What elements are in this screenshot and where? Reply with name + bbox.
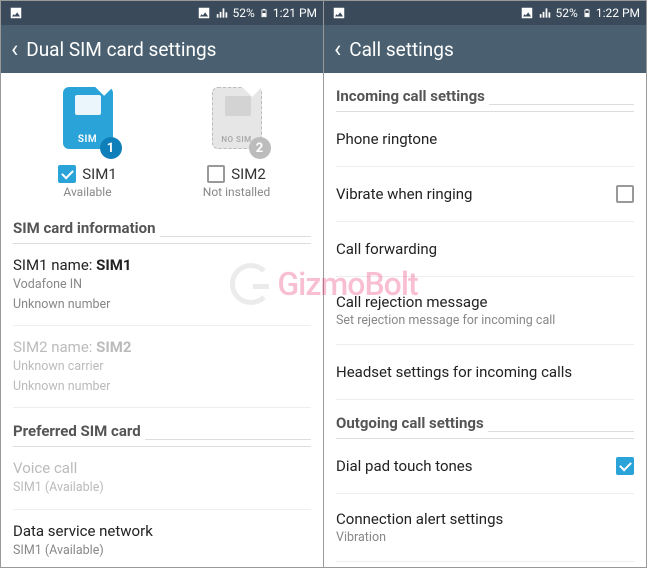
sim-badge-2: 2 (249, 137, 271, 159)
back-icon[interactable]: ‹ (11, 37, 18, 61)
picture-icon (520, 6, 534, 20)
status-bar: 52% 1:22 PM (324, 1, 646, 25)
item-sim1-info[interactable]: SIM1 name: SIM1 Vodafone IN Unknown numb… (13, 244, 311, 326)
battery-percent: 52% (556, 6, 578, 20)
battery-percent: 52% (233, 6, 255, 20)
picture-icon (197, 6, 211, 20)
sim-slot-2[interactable]: NO SIM 2 SIM2 Not installed (177, 87, 297, 199)
page-title: Dual SIM card settings (26, 38, 216, 61)
section-outgoing: Outgoing call settings (336, 400, 634, 439)
item-call-forwarding[interactable]: Call forwarding (336, 222, 634, 277)
section-sim-card-info: SIM card information (13, 205, 311, 244)
clock-time: 1:21 PM (273, 6, 317, 20)
vibrate-checkbox[interactable] (616, 185, 634, 203)
item-call-barring[interactable]: Call barring (336, 562, 634, 567)
item-connection-alert-settings[interactable]: Connection alert settings Vibration (336, 494, 634, 562)
sim1-name: SIM1 (82, 165, 117, 183)
item-call-rejection-message[interactable]: Call rejection message Set rejection mes… (336, 277, 634, 345)
battery-icon (582, 6, 592, 20)
sim-badge-1: 1 (100, 137, 122, 159)
sim2-status: Not installed (203, 185, 270, 199)
title-bar[interactable]: ‹ Call settings (324, 25, 646, 73)
item-phone-ringtone[interactable]: Phone ringtone (336, 112, 634, 167)
item-sim2-info: SIM2 name: SIM2 Unknown carrier Unknown … (13, 326, 311, 408)
item-vibrate-when-ringing[interactable]: Vibrate when ringing (336, 167, 634, 222)
battery-icon (259, 6, 269, 20)
section-incoming: Incoming call settings (336, 73, 634, 112)
page-title: Call settings (349, 38, 454, 61)
clock-time: 1:22 PM (596, 6, 640, 20)
screen-dual-sim: 52% 1:21 PM ‹ Dual SIM card settings SIM… (1, 1, 323, 567)
sim-slot-1[interactable]: SIM 1 SIM1 Available (28, 87, 148, 199)
sim2-name: SIM2 (231, 165, 266, 183)
item-data-service-network[interactable]: Data service network SIM1 (Available) (13, 510, 311, 568)
section-preferred-sim: Preferred SIM card (13, 408, 311, 447)
dialpad-checkbox[interactable] (616, 457, 634, 475)
back-icon[interactable]: ‹ (334, 37, 341, 61)
screen-call-settings: 52% 1:22 PM ‹ Call settings Incoming cal… (323, 1, 646, 567)
sim2-checkbox[interactable] (207, 165, 225, 183)
item-dial-pad-touch-tones[interactable]: Dial pad touch tones (336, 439, 634, 494)
sim1-checkbox[interactable] (58, 165, 76, 183)
signal-icon (538, 6, 552, 20)
item-headset-settings[interactable]: Headset settings for incoming calls (336, 345, 634, 400)
picture-icon (332, 6, 346, 20)
signal-icon (215, 6, 229, 20)
title-bar[interactable]: ‹ Dual SIM card settings (1, 25, 323, 73)
picture-icon (9, 6, 23, 20)
item-voice-call: Voice call SIM1 (Available) (13, 447, 311, 510)
status-bar: 52% 1:21 PM (1, 1, 323, 25)
sim1-status: Available (63, 185, 111, 199)
sim-slot-row: SIM 1 SIM1 Available NO SIM 2 (13, 73, 311, 205)
